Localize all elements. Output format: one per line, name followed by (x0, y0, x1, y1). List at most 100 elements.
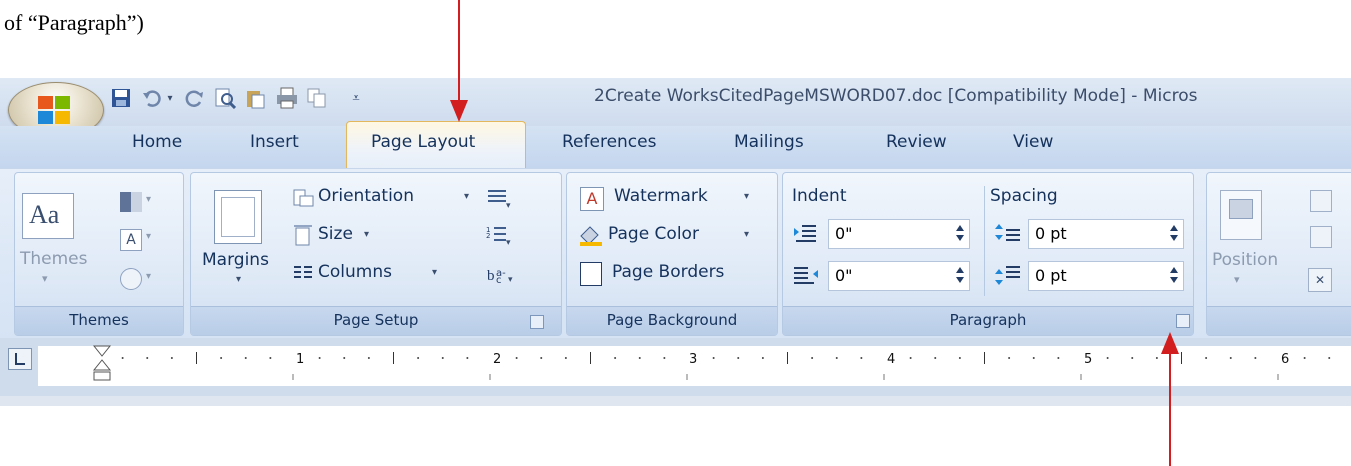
indent-marker-icon[interactable] (92, 344, 112, 390)
page-color-dropdown-icon[interactable]: ▾ (744, 229, 749, 240)
page-setup-dialog-launcher-icon[interactable] (530, 315, 544, 329)
columns-button[interactable]: Columns (318, 262, 392, 282)
ruler-tick (146, 357, 149, 359)
ruler-number: 2 (493, 352, 502, 367)
spacing-after-icon (994, 264, 1022, 286)
ruler-tick (1229, 357, 1232, 359)
columns-icon (292, 262, 314, 284)
save-icon[interactable] (108, 84, 134, 112)
tab-home[interactable]: Home (132, 132, 182, 152)
line-numbers-icon[interactable]: 1 2 ▾ (486, 224, 512, 248)
ruler-tick (564, 357, 567, 359)
ruler-tick (1254, 357, 1257, 359)
watermark-icon: A (580, 187, 604, 211)
margins-icon[interactable] (214, 190, 262, 244)
svg-text:▾: ▾ (508, 275, 513, 284)
hyphenation-icon[interactable]: b a-c ▾ (486, 262, 516, 286)
spinner-arrows-icon[interactable] (955, 221, 965, 245)
position-dropdown-icon[interactable]: ▾ (1234, 273, 1240, 286)
ruler-tick (121, 357, 124, 359)
tab-references[interactable]: References (562, 132, 656, 152)
redo-icon[interactable] (182, 84, 208, 112)
arrange-group-label (1207, 306, 1351, 335)
page-borders-button[interactable]: Page Borders (612, 262, 724, 282)
text-wrapping-icon[interactable]: ✕ (1308, 268, 1332, 292)
ruler-number: 4 (887, 352, 896, 367)
ruler-tick (1008, 357, 1011, 359)
ruler-tick (737, 357, 740, 359)
spacing-before-icon (994, 222, 1022, 244)
paragraph-dialog-launcher-icon[interactable] (1176, 314, 1190, 328)
indent-left-icon (792, 222, 820, 244)
copy-icon[interactable] (304, 84, 330, 112)
theme-colors-dropdown-icon[interactable]: ▾ (146, 194, 151, 205)
watermark-dropdown-icon[interactable]: ▾ (744, 191, 749, 202)
theme-effects-dropdown-icon[interactable]: ▾ (146, 271, 151, 282)
tab-selector-icon[interactable] (8, 348, 32, 370)
page-color-icon (578, 224, 604, 246)
tab-insert[interactable]: Insert (250, 132, 299, 152)
position-button-label[interactable]: Position (1212, 250, 1278, 270)
breaks-icon[interactable]: ▾ (486, 187, 512, 211)
spacing-before-value: 0 pt (1035, 224, 1067, 243)
orientation-button[interactable]: Orientation (318, 186, 414, 206)
ruler-tick (614, 357, 617, 359)
columns-dropdown-icon[interactable]: ▾ (432, 267, 437, 278)
theme-colors-icon[interactable] (120, 192, 142, 212)
theme-fonts-icon[interactable]: A (120, 229, 142, 251)
margins-button-label[interactable]: Margins (202, 250, 269, 270)
ruler-tick (244, 357, 247, 359)
ruler-tick (343, 357, 346, 359)
themes-button-label[interactable]: Themes (20, 249, 88, 269)
quick-print-icon[interactable] (274, 84, 300, 112)
undo-dropdown-icon[interactable]: ▾ (164, 84, 176, 112)
svg-text:2: 2 (486, 232, 490, 240)
size-button[interactable]: Size (318, 224, 353, 244)
orientation-dropdown-icon[interactable]: ▾ (464, 191, 469, 202)
position-icon[interactable] (1220, 190, 1262, 240)
ruler-tick (1131, 357, 1134, 359)
orientation-icon (292, 187, 314, 209)
paste-icon[interactable] (242, 84, 268, 112)
size-dropdown-icon[interactable]: ▾ (364, 229, 369, 240)
themes-aa-icon[interactable]: Aa (22, 193, 74, 239)
ruler-tick (540, 357, 543, 359)
send-to-back-icon[interactable] (1310, 226, 1332, 248)
indent-left-spinner[interactable]: 0" (828, 219, 970, 249)
theme-fonts-dropdown-icon[interactable]: ▾ (146, 231, 151, 242)
spacing-after-spinner[interactable]: 0 pt (1028, 261, 1184, 291)
spinner-arrows-icon[interactable] (1169, 221, 1179, 245)
caption-area: of “Paragraph”) (0, 0, 1351, 45)
bring-to-front-icon[interactable] (1310, 190, 1332, 212)
themes-dropdown-icon[interactable]: ▾ (42, 272, 48, 285)
indent-right-spinner[interactable]: 0" (828, 261, 970, 291)
annotation-arrowhead-down-icon (450, 100, 468, 122)
undo-icon[interactable] (138, 84, 164, 112)
page-background-group-label: Page Background (567, 306, 777, 335)
page-borders-icon (580, 262, 602, 286)
tab-mailings[interactable]: Mailings (734, 132, 804, 152)
customize-qat-icon[interactable]: ⩡ (348, 84, 364, 112)
ruler-tick (1155, 357, 1158, 359)
tab-page-layout[interactable]: Page Layout (371, 132, 475, 152)
svg-text:b: b (487, 268, 495, 284)
spinner-arrows-icon[interactable] (955, 263, 965, 287)
tab-review[interactable]: Review (886, 132, 947, 152)
ruler-tick (170, 357, 173, 359)
print-preview-icon[interactable] (212, 84, 238, 112)
margins-dropdown-icon[interactable]: ▾ (236, 274, 241, 285)
spinner-arrows-icon[interactable] (1169, 263, 1179, 287)
document-edge (0, 396, 1351, 406)
ruler-tick (811, 357, 814, 359)
ruler-tick (712, 357, 715, 359)
annotation-arrowhead-up-icon (1161, 332, 1179, 354)
spacing-before-spinner[interactable]: 0 pt (1028, 219, 1184, 249)
ribbon-tabs (0, 126, 1351, 168)
ruler-tick (860, 357, 863, 359)
watermark-button[interactable]: Watermark (614, 186, 708, 206)
page-color-button[interactable]: Page Color (608, 224, 699, 244)
theme-effects-icon[interactable] (120, 268, 142, 290)
annotation-arrow-bottom (1169, 348, 1171, 466)
ruler-tick (909, 357, 912, 359)
tab-view[interactable]: View (1013, 132, 1053, 152)
